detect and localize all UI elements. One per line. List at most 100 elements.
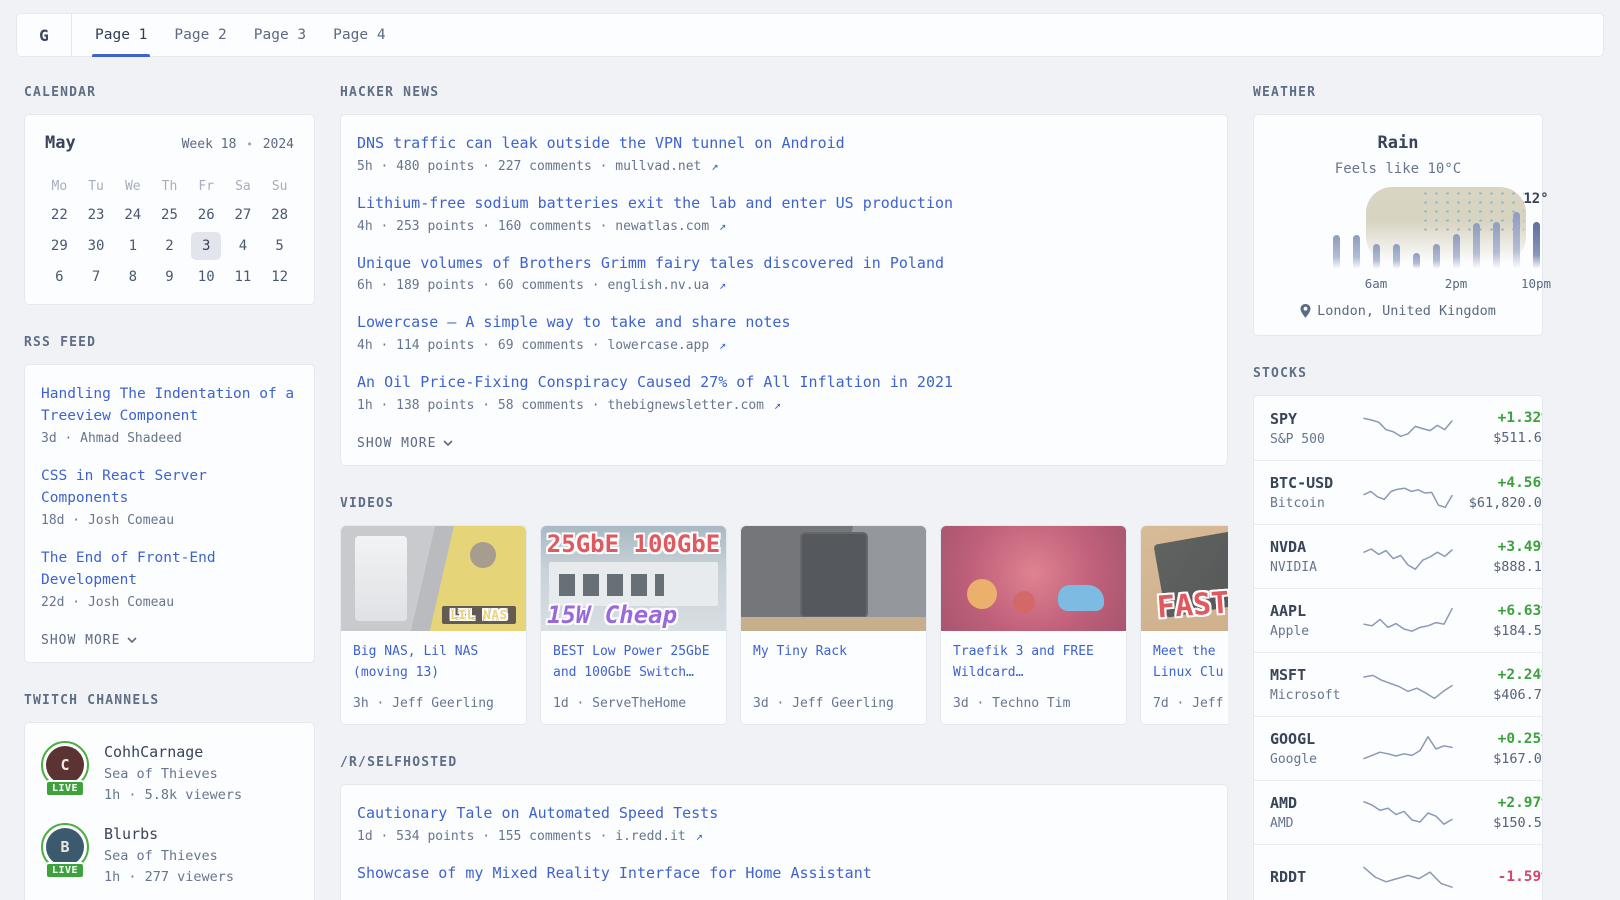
- video-title-link[interactable]: Meet the Linux Clu: [1153, 641, 1228, 684]
- twitch-channel-row[interactable]: CLIVECohhCarnageSea of Thieves1h · 5.8k …: [41, 741, 298, 803]
- sparkline-chart: [1362, 474, 1454, 512]
- stock-row[interactable]: AAPLApple+6.63%$184.51: [1254, 588, 1542, 652]
- list-item: DNS traffic can leak outside the VPN tun…: [357, 133, 1211, 174]
- stock-symbol: NVDA: [1270, 538, 1362, 556]
- list-item: Handling The Indentation of a Treeview C…: [41, 383, 298, 446]
- weather-bar: [1513, 212, 1520, 269]
- middle-column: HACKER NEWS DNS traffic can leak outside…: [340, 57, 1228, 900]
- article-link[interactable]: Handling The Indentation of a Treeview C…: [41, 386, 294, 424]
- stock-identity: AMDAMD: [1270, 794, 1362, 831]
- video-title-link[interactable]: My Tiny Rack: [753, 641, 914, 662]
- twitch-channel-name[interactable]: Blurbs: [104, 823, 234, 843]
- calendar-day-number: 8: [118, 263, 148, 291]
- separator-dot: •: [244, 138, 255, 151]
- video-thumbnail[interactable]: [741, 526, 926, 631]
- stock-row[interactable]: NVDANVIDIA+3.49%$888.12: [1254, 524, 1542, 588]
- top-nav: G Page 1 Page 2 Page 3 Page 4: [16, 13, 1604, 57]
- video-card-body: My Tiny Rack3d · Jeff Geerling: [741, 631, 926, 724]
- calendar-month: May: [45, 133, 76, 153]
- stock-symbol: RDDT: [1270, 868, 1362, 886]
- weather-bar: [1353, 235, 1360, 269]
- selfhosted-widget: Cautionary Tale on Automated Speed Tests…: [340, 784, 1228, 900]
- twitch-channel-info: CohhCarnageSea of Thieves1h · 5.8k viewe…: [104, 741, 242, 803]
- rss-section-title: RSS FEED: [24, 335, 315, 350]
- weather-hourly-chart: 6am2pm10pm12°: [1272, 187, 1524, 291]
- calendar-weekday: Fr: [188, 173, 225, 199]
- twitch-channel-meta: 1h · 277 viewers: [104, 869, 234, 885]
- article-link[interactable]: Unique volumes of Brothers Grimm fairy t…: [357, 254, 944, 272]
- article-link[interactable]: CSS in React Server Components: [41, 468, 207, 506]
- selfhosted-list: Cautionary Tale on Automated Speed Tests…: [357, 803, 1211, 885]
- videos-section-title: VIDEOS: [340, 496, 1228, 511]
- article-link[interactable]: The End of Front-End Development: [41, 550, 216, 588]
- stock-name: Bitcoin: [1270, 496, 1362, 511]
- external-link-icon: ↗: [774, 398, 781, 412]
- video-thumbnail[interactable]: FAST: [1141, 526, 1228, 631]
- video-title-link[interactable]: Traefik 3 and FREE Wildcard…: [953, 641, 1114, 684]
- stock-row[interactable]: AMDAMD+2.97%$150.50: [1254, 780, 1542, 844]
- video-card: 25GbE 100GbE15W Cheap BEST Low Power 25Gb…: [540, 525, 727, 725]
- article-link[interactable]: An Oil Price-Fixing Conspiracy Caused 27…: [357, 373, 953, 391]
- weather-bar: [1453, 234, 1460, 269]
- calendar-selected-day: 3: [191, 232, 221, 260]
- hn-show-more-button[interactable]: SHOW MORE: [357, 436, 453, 451]
- stock-change: +2.24%: [1454, 667, 1543, 683]
- dashboard-columns: CALENDAR May Week 18 • 2024 MoTuWeThFrSa…: [0, 57, 1620, 900]
- stock-row[interactable]: BTC-USDBitcoin+4.56%$61,820.02: [1254, 460, 1542, 524]
- tab-page-3[interactable]: Page 3: [251, 14, 309, 56]
- tab-page-1[interactable]: Page 1: [92, 14, 150, 56]
- rss-show-more-button[interactable]: SHOW MORE: [41, 633, 137, 648]
- tab-page-4[interactable]: Page 4: [330, 14, 388, 56]
- article-link[interactable]: Cautionary Tale on Automated Speed Tests: [357, 804, 718, 822]
- calendar-day: 12: [261, 261, 298, 292]
- external-link-icon: ↗: [719, 219, 726, 233]
- article-meta: 3d · Ahmad Shadeed: [41, 431, 298, 446]
- article-meta: 5h · 480 points · 227 comments · mullvad…: [357, 159, 1211, 174]
- stock-symbol: SPY: [1270, 410, 1362, 428]
- twitch-channel-row[interactable]: BLIVEBlurbsSea of Thieves1h · 277 viewer…: [41, 823, 298, 885]
- weather-temp-label: 12°: [1523, 191, 1548, 207]
- article-link[interactable]: Lithium-free sodium batteries exit the l…: [357, 194, 953, 212]
- calendar-day-number: 28: [265, 201, 295, 229]
- live-badge: LIVE: [45, 862, 85, 879]
- video-title-link[interactable]: Big NAS, Lil NAS (moving 13): [353, 641, 514, 684]
- twitch-channel-name[interactable]: CohhCarnage: [104, 741, 242, 761]
- weather-time-label: 6am: [1365, 276, 1388, 291]
- stock-row[interactable]: MSFTMicrosoft+2.24%$406.76: [1254, 652, 1542, 716]
- stock-values: +2.24%$406.76: [1454, 667, 1543, 703]
- calendar-widget: May Week 18 • 2024 MoTuWeThFrSaSu 222324…: [24, 114, 315, 305]
- stock-change: +2.97%: [1454, 795, 1543, 811]
- video-thumbnail[interactable]: [941, 526, 1126, 631]
- article-meta-text: 18d · Josh Comeau: [41, 513, 174, 528]
- weather-bar: [1373, 244, 1380, 269]
- stock-row[interactable]: SPYS&P 500+1.32%$511.69: [1254, 396, 1542, 460]
- video-thumbnail[interactable]: 25GbE 100GbE15W Cheap: [541, 526, 726, 631]
- calendar-day: 26: [188, 199, 225, 230]
- calendar-day-number: 12: [265, 263, 295, 291]
- stock-identity: BTC-USDBitcoin: [1270, 474, 1362, 511]
- article-meta-text: 4h · 114 points · 69 comments · lowercas…: [357, 338, 709, 353]
- stock-identity: GOOGLGoogle: [1270, 730, 1362, 767]
- article-link[interactable]: Showcase of my Mixed Reality Interface f…: [357, 864, 872, 882]
- external-link-icon: ↗: [711, 159, 718, 173]
- stock-identity: RDDT: [1270, 868, 1362, 886]
- app-logo[interactable]: G: [17, 14, 72, 56]
- stock-row[interactable]: RDDT-1.59%: [1254, 844, 1542, 900]
- calendar-day-number: 25: [154, 201, 184, 229]
- thumbnail-dim-overlay: [1141, 526, 1228, 631]
- stock-sparkline: [1362, 794, 1454, 832]
- calendar-day-number: 30: [81, 232, 111, 260]
- video-thumbnail[interactable]: LIL NAS: [341, 526, 526, 631]
- article-meta-text: 4h · 253 points · 160 comments · newatla…: [357, 219, 709, 234]
- article-link[interactable]: Lowercase – A simple way to take and sha…: [357, 313, 790, 331]
- stock-change: +3.49%: [1454, 539, 1543, 555]
- calendar-weekday: Sa: [225, 173, 262, 199]
- weather-bar: [1333, 235, 1340, 269]
- stock-sparkline: [1362, 409, 1454, 447]
- stock-row[interactable]: GOOGLGoogle+0.25%$167.03: [1254, 716, 1542, 780]
- chevron-down-icon: [127, 637, 137, 644]
- tab-page-2[interactable]: Page 2: [171, 14, 229, 56]
- video-title-link[interactable]: BEST Low Power 25GbE and 100GbE Switch…: [553, 641, 714, 684]
- article-link[interactable]: DNS traffic can leak outside the VPN tun…: [357, 134, 845, 152]
- sparkline-chart: [1362, 794, 1454, 832]
